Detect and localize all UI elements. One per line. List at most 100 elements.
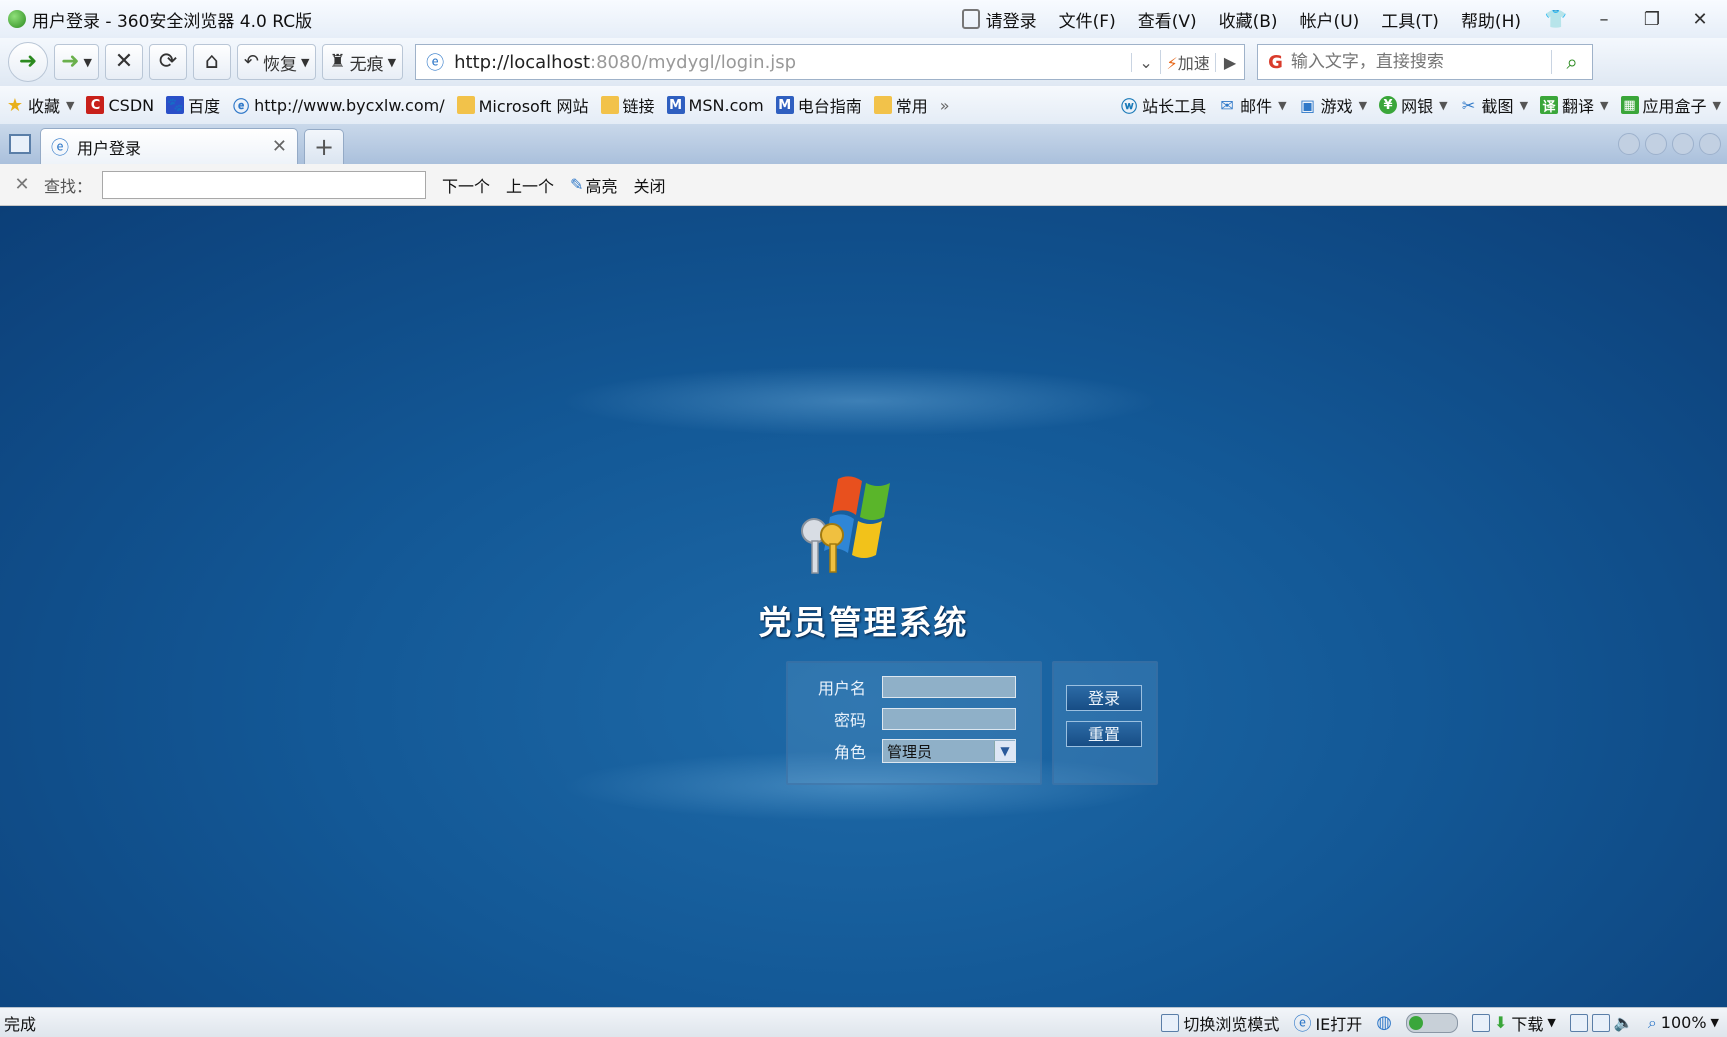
login-link-label: 请登录 (985, 11, 1037, 32)
address-url[interactable]: http://localhost:8080/mydygl/login.jsp (454, 52, 1131, 73)
zoom-control[interactable]: ⌕ 100% ▼ (1648, 1013, 1719, 1033)
mode-toggle[interactable] (1406, 1012, 1458, 1033)
favorites-bar: ★ 收藏 ▼ C CSDN 🐾 百度 ⓔ http://www.bycxlw.com/ M… (0, 86, 1727, 124)
chevron-down-icon: ▼ (1600, 98, 1609, 112)
zoom-level: 100% (1660, 1013, 1707, 1032)
find-close-button[interactable]: 关闭 (633, 173, 665, 197)
home-button[interactable]: ⌂ (192, 44, 231, 80)
zoom-icon: ⌕ (1647, 1012, 1657, 1032)
undo-icon: ↶ (243, 51, 259, 72)
download-button[interactable]: ⬇ 下载 ▼ (1472, 1011, 1556, 1035)
fav-links[interactable]: 链接 (600, 93, 655, 117)
username-input[interactable] (882, 676, 1016, 698)
tab-login[interactable]: ⓔ 用户登录 ✕ (40, 128, 298, 164)
menu-account[interactable]: 帐户(U) (1300, 7, 1360, 32)
login-link[interactable]: 请登录 (961, 7, 1037, 32)
favorites-overflow-button[interactable]: » (940, 96, 950, 115)
new-tab-button[interactable]: + (304, 129, 344, 164)
window-title: 用户登录 - 360安全浏览器 4.0 RC版 (32, 11, 313, 32)
stop-icon: ✕ (114, 49, 134, 74)
refresh-button[interactable]: ⟳ (148, 44, 187, 80)
fav-radio[interactable]: M 电台指南 (775, 93, 862, 117)
menu-view[interactable]: 查看(V) (1138, 7, 1197, 32)
restore-tab-button[interactable]: ↶ 恢复 ▼ (236, 44, 317, 80)
url-path: :8080/mydygl/login.jsp (590, 51, 797, 73)
ext-banking[interactable]: ¥ 网银 ▼ (1379, 93, 1448, 117)
chevron-down-icon: ▼ (1519, 98, 1529, 112)
highlighter-icon: ✎ (570, 175, 584, 194)
ext-webmaster[interactable]: ⓦ 站长工具 (1120, 93, 1206, 117)
chevron-down-icon[interactable]: ▼ (994, 741, 1015, 761)
forward-button[interactable]: ➜ ▼ (54, 44, 99, 80)
speaker-icon: 🔈 (1613, 1013, 1634, 1032)
tab-scroll-left-button[interactable] (1618, 133, 1640, 155)
ext-app-box[interactable]: ▦ 应用盒子 ▼ (1620, 93, 1721, 117)
search-input[interactable] (1288, 51, 1552, 73)
switch-mode-button[interactable]: 切换浏览模式 (1161, 1011, 1279, 1035)
restore-button[interactable]: ❐ (1639, 9, 1665, 30)
tab-controls (1618, 133, 1727, 164)
find-input[interactable] (102, 170, 427, 199)
find-next-button[interactable]: 下一个 (442, 173, 490, 197)
login-buttons-panel: 登录 重置 (1052, 661, 1158, 785)
extensions-area: ⓦ 站长工具 ✉ 邮件 ▼ ▣ 游戏 ▼ ¥ 网银 ▼ ✂ 截图 ▼ 译翻译 ▼ ▦ 应用盒子 ▼ (1108, 93, 1727, 117)
msn-icon: M (775, 96, 794, 114)
menu-tools[interactable]: 工具(T) (1381, 7, 1439, 32)
highlight-button[interactable]: ✎ 高亮 (570, 173, 617, 197)
close-window-button[interactable]: ✕ (1687, 9, 1713, 30)
tab-list-button[interactable] (1672, 133, 1694, 155)
ext-screenshot[interactable]: ✂ 截图 ▼ (1460, 93, 1528, 117)
search-box[interactable]: G ⌕ (1257, 44, 1594, 80)
fav-common[interactable]: 常用 (873, 93, 928, 117)
baidu-icon: 🐾 (166, 96, 185, 114)
menu-file[interactable]: 文件(F) (1059, 7, 1116, 32)
skin-icon[interactable]: 👕 (1543, 9, 1569, 30)
menu-favorites[interactable]: 收藏(B) (1219, 7, 1278, 32)
title-bar: 用户登录 - 360安全浏览器 4.0 RC版 请登录 文件(F) 查看(V) … (0, 0, 1727, 38)
password-input[interactable] (882, 708, 1016, 730)
page-ie-icon: ⓔ (426, 53, 445, 74)
reset-button[interactable]: 重置 (1066, 721, 1142, 747)
fav-msn[interactable]: M MSN.com (666, 96, 764, 115)
minimize-button[interactable]: – (1591, 9, 1617, 30)
stop-button[interactable]: ✕ (104, 44, 143, 80)
ext-mail[interactable]: ✉ 邮件 ▼ (1218, 93, 1286, 117)
incognito-button[interactable]: ♜ 无痕 ▼ (322, 44, 404, 80)
back-button[interactable]: ➜ (8, 42, 48, 82)
role-select[interactable]: 管理员 ▼ (882, 739, 1016, 763)
address-bar[interactable]: ⓔ http://localhost:8080/mydygl/login.jsp… (415, 44, 1246, 80)
close-all-tabs-button[interactable] (1699, 133, 1721, 155)
ie-icon: ⓔ (1293, 1013, 1312, 1035)
address-dropdown-button[interactable]: ⌄ (1131, 52, 1160, 72)
go-button[interactable]: ▶ (1215, 52, 1244, 72)
search-engine-icon[interactable]: G (1268, 52, 1283, 73)
ext-translate[interactable]: 译翻译 ▼ (1540, 93, 1609, 117)
ie-open-button[interactable]: ⓔ IE打开 (1293, 1010, 1362, 1036)
switch-mode-label: 切换浏览模式 (1183, 1014, 1280, 1034)
fav-baidu[interactable]: 🐾 百度 (166, 93, 220, 117)
refresh-icon: ⟳ (158, 49, 178, 74)
ext-mail-label: 邮件 (1240, 97, 1273, 116)
security-button[interactable]: ◍ (1376, 1012, 1392, 1033)
favorites-menu[interactable]: ★ 收藏 ▼ (6, 93, 75, 117)
incognito-label: 无痕 (349, 54, 384, 75)
tab-scroll-right-button[interactable] (1645, 133, 1667, 155)
speed-up-button[interactable]: ⚡加速 (1160, 50, 1215, 74)
fav-bycxlw[interactable]: ⓔ http://www.bycxlw.com/ (232, 96, 445, 117)
close-find-icon[interactable]: ✕ (0, 174, 44, 195)
bank-icon: ¥ (1379, 96, 1398, 114)
menu-help[interactable]: 帮助(H) (1461, 7, 1521, 32)
sidebar-toggle-button[interactable] (0, 124, 40, 164)
close-tab-icon[interactable]: ✕ (272, 136, 287, 157)
ie-open-label: IE打开 (1315, 1014, 1363, 1034)
ext-games[interactable]: ▣ 游戏 ▼ (1299, 93, 1367, 117)
find-prev-button[interactable]: 上一个 (506, 173, 554, 197)
status-icons[interactable]: 🔈 (1569, 1013, 1634, 1032)
lightning-icon: ⚡ (1166, 54, 1178, 73)
fav-csdn[interactable]: C CSDN (86, 96, 154, 115)
window-icon (1591, 1013, 1610, 1032)
search-icon[interactable]: ⌕ (1551, 50, 1592, 74)
login-button[interactable]: 登录 (1066, 685, 1142, 711)
fav-microsoft[interactable]: Microsoft 网站 (456, 93, 589, 117)
status-tools: 切换浏览模式 ⓔ IE打开 ◍ ⬇ 下载 ▼ 🔈 ⌕ 100% ▼ (1161, 1010, 1727, 1036)
